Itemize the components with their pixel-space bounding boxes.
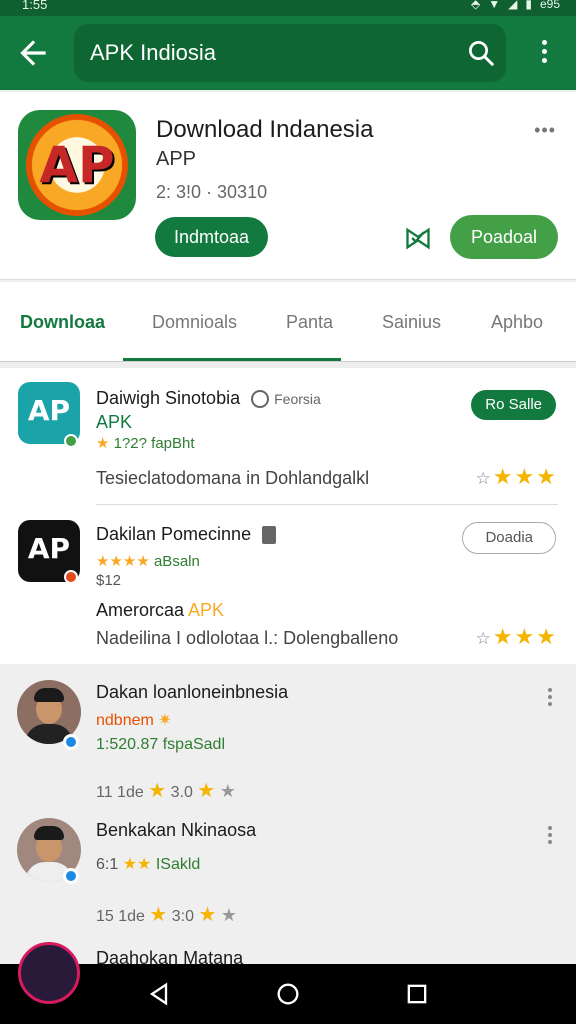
app-tag: Feorsia [274,391,321,407]
tab-aphbo[interactable]: Aphbo [491,312,543,333]
app-rating: ★ 1?2? fapBht [96,435,195,452]
reviewer-tag: 6:1 ★★ ISakld [96,856,201,873]
avatar[interactable] [18,942,80,1004]
app-logo: AP [18,110,136,220]
wishlist-icon[interactable] [404,224,432,252]
tab-sainius[interactable]: Sainius [382,312,441,333]
divider [96,504,558,505]
tab-bar: Downloaa Domnioals Panta Sainius Aphbo [0,282,576,362]
verified-badge-icon [63,868,79,884]
app-title: Download Indanesia [156,116,374,143]
reviewer-tag: ndbnem ✷ [96,712,172,729]
search-bar[interactable]: APK Indiosia [74,24,506,82]
list-action-button[interactable]: Doadia [462,522,556,554]
app-subtitle: APP [156,148,197,170]
star-rating: ☆★★★ [475,624,558,649]
overflow-menu-icon[interactable] [532,40,556,68]
list-action-button[interactable]: Ro Salle [471,390,556,420]
storage-icon [262,526,277,545]
reviews-section: Dakan loanloneinbnesia ndbnem ✷ 1:520.87… [0,668,576,964]
tab-indicator [123,358,341,361]
back-arrow-icon[interactable] [14,34,52,72]
more-options-icon[interactable]: ••• [534,120,556,141]
battery-level: e95 [539,0,560,11]
status-bar: 1:55 ⬘ ▼ ◢ ▮ e95 [0,0,576,16]
search-icon[interactable] [466,38,496,68]
signal-icon: ◢ [508,0,518,11]
app-name: Dakilan Pomecinne [96,524,277,545]
nav-recents-icon[interactable] [403,980,431,1008]
star-rating: ☆★★★ [475,464,558,489]
app-description: Tesieclatodomana in Dohlandgalkl [96,468,370,488]
app-subline: Amerorcaa APK [96,600,225,620]
reviewer-name: Dakan loanloneinbnesia [96,682,289,702]
badge-dot-icon [64,570,78,584]
app-description: Nadeilina I odlolotaa l.: Dolengballeno [96,628,399,648]
review-more-icon[interactable] [544,688,556,708]
app-name: Daiwigh Sinotobia Feorsia [96,388,321,409]
verified-badge-icon [63,734,79,750]
status-icons: ⬘ ▼ ◢ ▮ e95 [471,0,560,11]
nav-back-icon[interactable] [145,980,173,1008]
clock-icon [251,390,270,409]
search-query[interactable]: APK Indiosia [90,40,216,66]
install-button[interactable]: Poadoal [450,215,558,259]
tab-downloads-2[interactable]: Domnioals [152,312,237,333]
status-time: 1:55 [22,0,48,12]
tab-panta[interactable]: Panta [286,312,333,333]
review-more-icon[interactable] [544,826,556,846]
app-price: $12 [96,572,122,589]
notification-icon: ⬘ [471,0,481,11]
app-header-card: AP Download Indanesia APP 2: 3!0 · 30310… [0,92,576,280]
app-list: AP Daiwigh Sinotobia Feorsia APK ★ 1?2? … [0,368,576,664]
tab-downloads[interactable]: Downloaa [20,312,105,333]
wifi-icon: ▼ [488,0,501,11]
app-meta: 2: 3!0 · 30310 [156,182,268,202]
system-nav-bar [0,964,576,1024]
battery-icon: ▮ [525,0,532,11]
apk-label: APK [96,412,133,432]
review-meta: 11 1de ★ 3.0 ★ ★ [96,780,236,802]
reviewer-name: Benkakan Nkinaosa [96,820,257,840]
nav-home-icon[interactable] [274,980,302,1008]
review-line: 1:520.87 fspaSadl [96,736,225,753]
app-logo-text: AP [39,136,115,194]
app-rating: ★★★★ aBsaln [96,553,200,570]
app-bar: APK Indiosia [0,16,576,90]
review-meta: 15 1de ★ 3:0 ★ ★ [96,904,238,926]
verified-dot-icon [64,434,78,448]
primary-action-button[interactable]: Indmtoaa [155,217,268,257]
